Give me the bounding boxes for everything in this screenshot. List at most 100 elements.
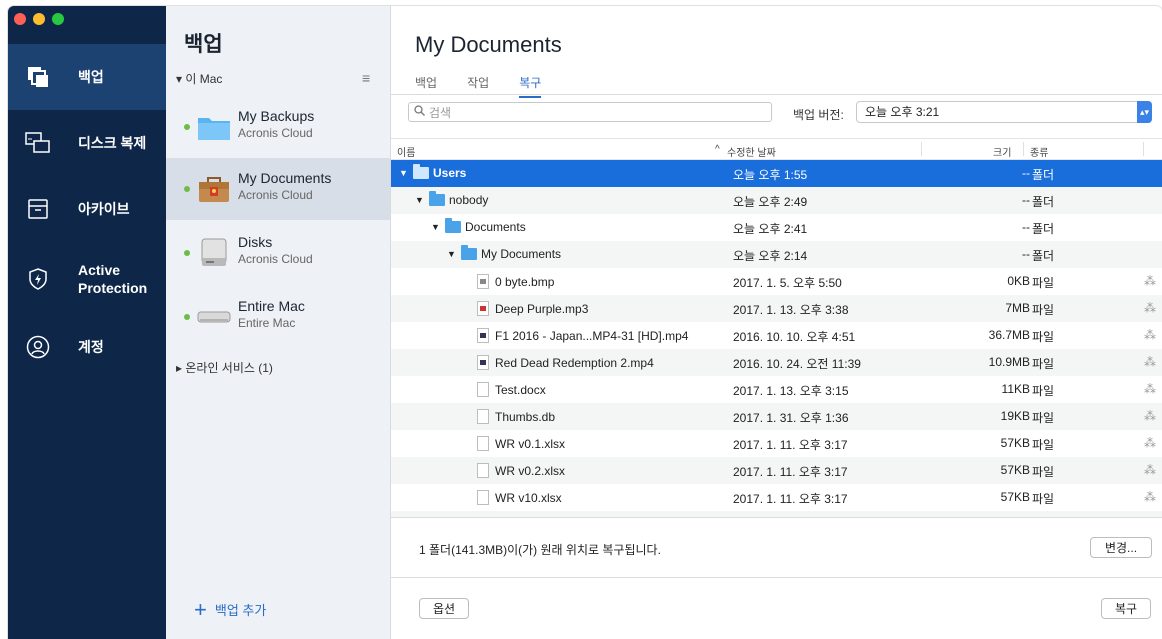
sort-ascending-icon[interactable]: ^ (715, 144, 720, 155)
nav-item-archive[interactable]: 아카이브 (8, 176, 166, 242)
backup-item-my-backups[interactable]: My Backups Acronis Cloud (166, 96, 390, 158)
table-row[interactable]: Deep Purple.mp3 2017. 1. 13. 오후 3:38 7MB 파일… (391, 295, 1162, 322)
table-row[interactable]: Red Dead Redemption 2.mp4 2016. 10. 24. 오… (391, 349, 1162, 376)
doc-file-icon (477, 463, 489, 478)
online-services-section[interactable]: ▸ 온라인 서비스 (1) (176, 359, 273, 376)
backup-item-entire-mac[interactable]: Entire Mac Entire Mac (166, 286, 390, 348)
column-type[interactable]: 종류 (1030, 144, 1048, 159)
backup-icon (24, 63, 52, 91)
row-name-cell: WR v0.2.xlsx (463, 463, 565, 478)
backup-version-label: 백업 버전: (793, 108, 844, 122)
row-type: 파일 (1032, 276, 1055, 290)
table-row[interactable]: ▼ Documents 오늘 오후 2:41 -- 폴더 (391, 214, 1162, 241)
disclosure-triangle-icon[interactable]: ▼ (431, 222, 441, 232)
table-row[interactable]: ▼ Users 오늘 오후 1:55 -- 폴더 (391, 160, 1162, 187)
close-window-button[interactable] (14, 13, 26, 25)
row-name: Red Dead Redemption 2.mp4 (495, 355, 654, 370)
table-row[interactable]: WR v0.1.xlsx 2017. 1. 11. 오후 3:17 57KB 파일 ⁂ (391, 430, 1162, 457)
row-date: 2017. 1. 11. 오후 3:17 (733, 492, 848, 506)
row-name: Thumbs.db (495, 409, 556, 424)
nav-item-backup[interactable]: 백업 (8, 44, 166, 110)
status-dot (184, 124, 190, 130)
app-window: 백업 디스크 복제 아카이브 Active Protection 계정 백업 ▾… (8, 6, 1162, 639)
table-row[interactable]: WR v0.2.xlsx 2017. 1. 11. 오후 3:17 57KB 파일 ⁂ (391, 457, 1162, 484)
minimize-window-button[interactable] (33, 13, 45, 25)
loading-spinner-icon: ⁂ (1144, 490, 1156, 504)
folder-icon (461, 245, 477, 260)
nav-item-account[interactable]: 계정 (8, 314, 166, 380)
disclosure-triangle-icon[interactable]: ▼ (415, 195, 425, 205)
briefcase-icon (196, 172, 232, 206)
backup-location: Acronis Cloud (238, 126, 313, 140)
zoom-window-button[interactable] (52, 13, 64, 25)
row-name-cell: ▼ nobody (415, 191, 489, 207)
recovery-info: 1 폴더(141.3MB)이(가) 원래 위치로 복구됩니다. (419, 543, 661, 557)
row-type: 파일 (1032, 411, 1055, 425)
row-type: 파일 (1032, 438, 1055, 452)
search-placeholder: 검색 (429, 105, 452, 120)
backup-location: Acronis Cloud (238, 188, 313, 202)
column-modified[interactable]: 수정한 날짜 (727, 144, 776, 159)
row-type: 파일 (1032, 384, 1055, 398)
main-navigation: 백업 디스크 복제 아카이브 Active Protection 계정 (8, 6, 166, 639)
row-size: 57KB (1000, 463, 1030, 477)
table-header: 이름 ^ 수정한 날짜 크기 종류 (391, 138, 1162, 160)
change-button[interactable]: 변경... (1090, 537, 1152, 558)
folder-icon (445, 218, 461, 233)
list-menu-icon[interactable]: ≡ (362, 70, 370, 86)
row-name: My Documents (481, 247, 562, 261)
recover-button[interactable]: 복구 (1101, 598, 1151, 619)
backup-location: Acronis Cloud (238, 252, 313, 266)
backup-item-disks[interactable]: Disks Acronis Cloud (166, 222, 390, 284)
table-row[interactable]: 0 byte.bmp 2017. 1. 5. 오후 5:50 0KB 파일 ⁂ (391, 268, 1162, 295)
table-row[interactable]: ▼ My Documents 오늘 오후 2:14 -- 폴더 (391, 241, 1162, 268)
column-divider (921, 142, 922, 156)
table-row[interactable]: F1 2016 - Japan...MP4-31 [HD].mp4 2016. 1… (391, 322, 1162, 349)
row-size: 7MB (1005, 301, 1030, 315)
loading-spinner-icon: ⁂ (1144, 409, 1156, 423)
video-file-icon (477, 355, 489, 370)
row-size: 10.9MB (988, 355, 1030, 369)
image-file-icon (477, 274, 489, 289)
column-name[interactable]: 이름 (397, 144, 415, 159)
disclosure-triangle-icon[interactable]: ▼ (447, 249, 457, 259)
column-size[interactable]: 크기 (993, 144, 1011, 159)
shield-icon (24, 265, 52, 293)
table-row[interactable]: Test.docx 2017. 1. 13. 오후 3:15 11KB 파일 ⁂ (391, 376, 1162, 403)
disclosure-triangle-icon[interactable]: ▼ (399, 168, 409, 178)
video-file-icon (477, 328, 489, 343)
doc-file-icon (477, 490, 489, 505)
backup-item-my-documents[interactable]: My Documents Acronis Cloud (166, 158, 390, 220)
row-size: -- (1022, 220, 1030, 234)
row-size: -- (1022, 193, 1030, 207)
add-backup-button[interactable]: + 백업 추가 (194, 598, 267, 620)
table-row[interactable]: WR v10.xlsx 2017. 1. 11. 오후 3:17 57KB 파일 ⁂ (391, 484, 1162, 511)
row-type: 폴더 (1032, 222, 1055, 236)
add-backup-label: 백업 추가 (214, 603, 267, 618)
row-name-cell: Test.docx (463, 382, 546, 397)
folder-icon (429, 191, 445, 206)
loading-spinner-icon: ⁂ (1144, 382, 1156, 396)
table-row[interactable]: Thumbs.db 2017. 1. 31. 오후 1:36 19KB 파일 ⁂ (391, 403, 1162, 430)
this-mac-section[interactable]: ▾ 이 Mac (176, 70, 222, 87)
search-input[interactable]: 검색 (408, 102, 772, 122)
panel-title: 백업 (184, 33, 223, 56)
options-button[interactable]: 옵션 (419, 598, 469, 619)
mac-mini-icon (196, 300, 232, 334)
table-row[interactable]: ▼ nobody 오늘 오후 2:49 -- 폴더 (391, 187, 1162, 214)
loading-spinner-icon: ⁂ (1144, 274, 1156, 288)
nav-item-label: Active Protection (78, 262, 148, 296)
column-divider (1143, 142, 1144, 156)
row-name: Deep Purple.mp3 (495, 301, 589, 316)
backup-version-select[interactable]: 오늘 오후 3:21 ▴▾ (856, 101, 1152, 123)
row-name: nobody (449, 193, 489, 207)
updown-arrows-icon: ▴▾ (1137, 101, 1152, 123)
disk-clone-icon (24, 129, 52, 157)
row-type: 파일 (1032, 303, 1055, 317)
row-name: WR v0.2.xlsx (495, 463, 566, 478)
nav-item-disk-clone[interactable]: 디스크 복제 (8, 110, 166, 176)
nav-item-active-protection[interactable]: Active Protection (8, 253, 166, 305)
row-name-cell: Red Dead Redemption 2.mp4 (463, 355, 654, 370)
audio-file-icon (477, 301, 489, 316)
divider (391, 577, 1162, 578)
